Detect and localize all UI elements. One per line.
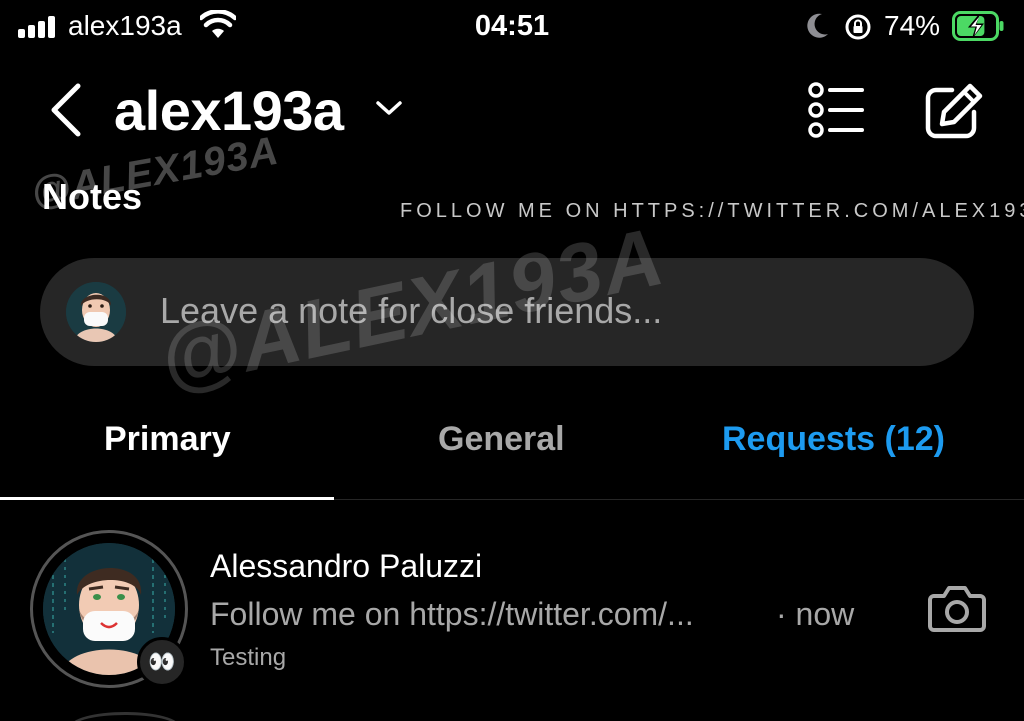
tab-general[interactable]: General (438, 420, 565, 459)
orientation-lock-icon (845, 14, 871, 40)
status-bar: alex193a 04:51 74% (0, 0, 1024, 56)
active-tab-indicator (0, 497, 334, 500)
conversation-preview: Follow me on https://twitter.com/... (210, 596, 694, 632)
tab-primary[interactable]: Primary (104, 420, 231, 459)
battery-percent: 74% (884, 10, 941, 41)
conversation-name: Alessandro Paluzzi (210, 548, 483, 584)
conversation-row[interactable]: 👀 Alessandro Paluzzi Follow me on https:… (0, 520, 1024, 700)
note-placeholder: Leave a note for close friends... (160, 290, 663, 331)
note-emoji-badge: 👀 (137, 637, 187, 687)
chevron-down-icon[interactable] (374, 98, 404, 118)
notes-title: Notes (42, 176, 143, 217)
avatar (66, 282, 126, 342)
follow-banner: FOLLOW ME ON HTTPS://TWITTER.COM/ALEX193… (400, 200, 1024, 222)
compose-icon[interactable] (924, 82, 984, 140)
account-name[interactable]: alex193a (114, 78, 344, 143)
list-icon[interactable] (806, 82, 866, 138)
conversation-note: Testing (210, 644, 287, 671)
avatar-ring: 👀 (30, 530, 188, 688)
note-input-bar[interactable]: Leave a note for close friends... (40, 258, 974, 366)
conversation-time: · now (776, 596, 855, 632)
next-row-avatar (70, 712, 180, 721)
inbox-tabs: Primary General Requests (12) (0, 396, 1024, 500)
back-icon[interactable] (44, 82, 84, 138)
moon-icon (807, 13, 828, 38)
camera-icon[interactable] (928, 582, 986, 634)
battery-icon (952, 11, 1004, 41)
tab-requests[interactable]: Requests (12) (722, 420, 945, 459)
